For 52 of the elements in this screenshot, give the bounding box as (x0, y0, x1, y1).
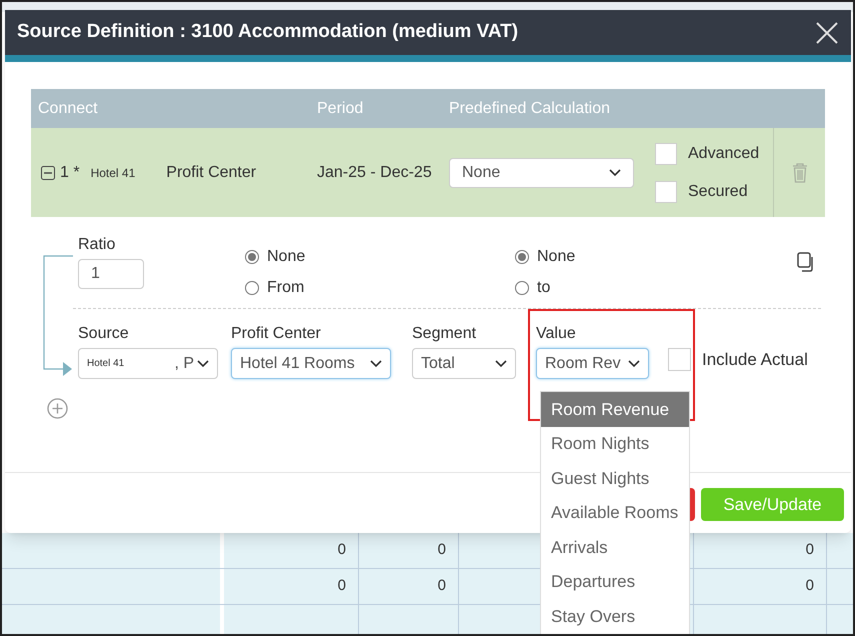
column-header: Period (317, 98, 364, 118)
dropdown-option[interactable]: Guest Nights (541, 461, 689, 496)
dropdown-option[interactable]: Available Rooms (541, 496, 689, 530)
checkbox[interactable] (655, 142, 677, 164)
radio-button[interactable] (515, 250, 529, 264)
field-label: Value (536, 324, 577, 344)
ratio-label: Ratio (78, 235, 116, 255)
chevron-icon (495, 360, 507, 368)
dropdown-select[interactable]: Hotel 41 , P (78, 348, 218, 379)
dropdown-select[interactable]: Room Rev (536, 348, 649, 379)
radio-button[interactable] (515, 281, 529, 295)
dropdown-option[interactable]: Arrivals (541, 530, 689, 564)
dropdown-select[interactable]: Total (412, 348, 516, 379)
chevron-icon (197, 360, 209, 368)
chevron-icon (370, 360, 382, 368)
radio-button[interactable] (245, 250, 259, 264)
dimension-name: Profit Center (166, 162, 256, 182)
radio-label: From (267, 278, 304, 298)
checkbox[interactable] (668, 348, 691, 372)
field-label: Profit Center (231, 324, 322, 344)
radio-label: to (537, 278, 550, 298)
copy-icon[interactable] (797, 252, 816, 272)
table-cell: 0 (224, 569, 359, 604)
calculation-select[interactable]: None (449, 158, 634, 188)
chevron-icon (609, 168, 621, 176)
close-icon[interactable] (815, 20, 839, 44)
checkbox-label: Advanced (688, 144, 760, 164)
chevron-icon (628, 360, 640, 368)
period-text: Jan-25 - Dec-25 (317, 162, 433, 182)
dropdown-select[interactable]: Hotel 41 Rooms (231, 348, 391, 379)
table-cell: 0 (359, 569, 459, 604)
field-label: Segment (412, 324, 478, 344)
radio-label: None (267, 247, 306, 267)
collapse-icon[interactable] (41, 166, 55, 180)
checkbox-label: Secured (688, 182, 748, 202)
row-number: 1 * (60, 162, 80, 182)
ratio-input[interactable]: 1 (78, 259, 144, 289)
radio-label: None (537, 247, 576, 267)
dropdown-option[interactable]: Departures (541, 564, 689, 599)
add-icon[interactable] (47, 398, 68, 419)
radio-button[interactable] (245, 281, 259, 295)
column-header: Predefined Calculation (449, 98, 611, 118)
table-cell: 0 (694, 569, 827, 604)
dropdown-option[interactable]: Stay Overs (541, 599, 689, 634)
checkbox-label: Include Actual (702, 349, 808, 371)
source-name: Hotel 41 (90, 164, 136, 182)
column-header: Connect (37, 98, 99, 118)
dialog-title: Source Definition : 3100 Accommodation (medium VAT) (17, 20, 518, 44)
field-label: Source (78, 324, 130, 344)
dropdown-option[interactable]: Room Nights (541, 426, 689, 461)
dropdown-option[interactable]: Room Revenue (541, 392, 689, 426)
checkbox[interactable] (655, 180, 677, 202)
